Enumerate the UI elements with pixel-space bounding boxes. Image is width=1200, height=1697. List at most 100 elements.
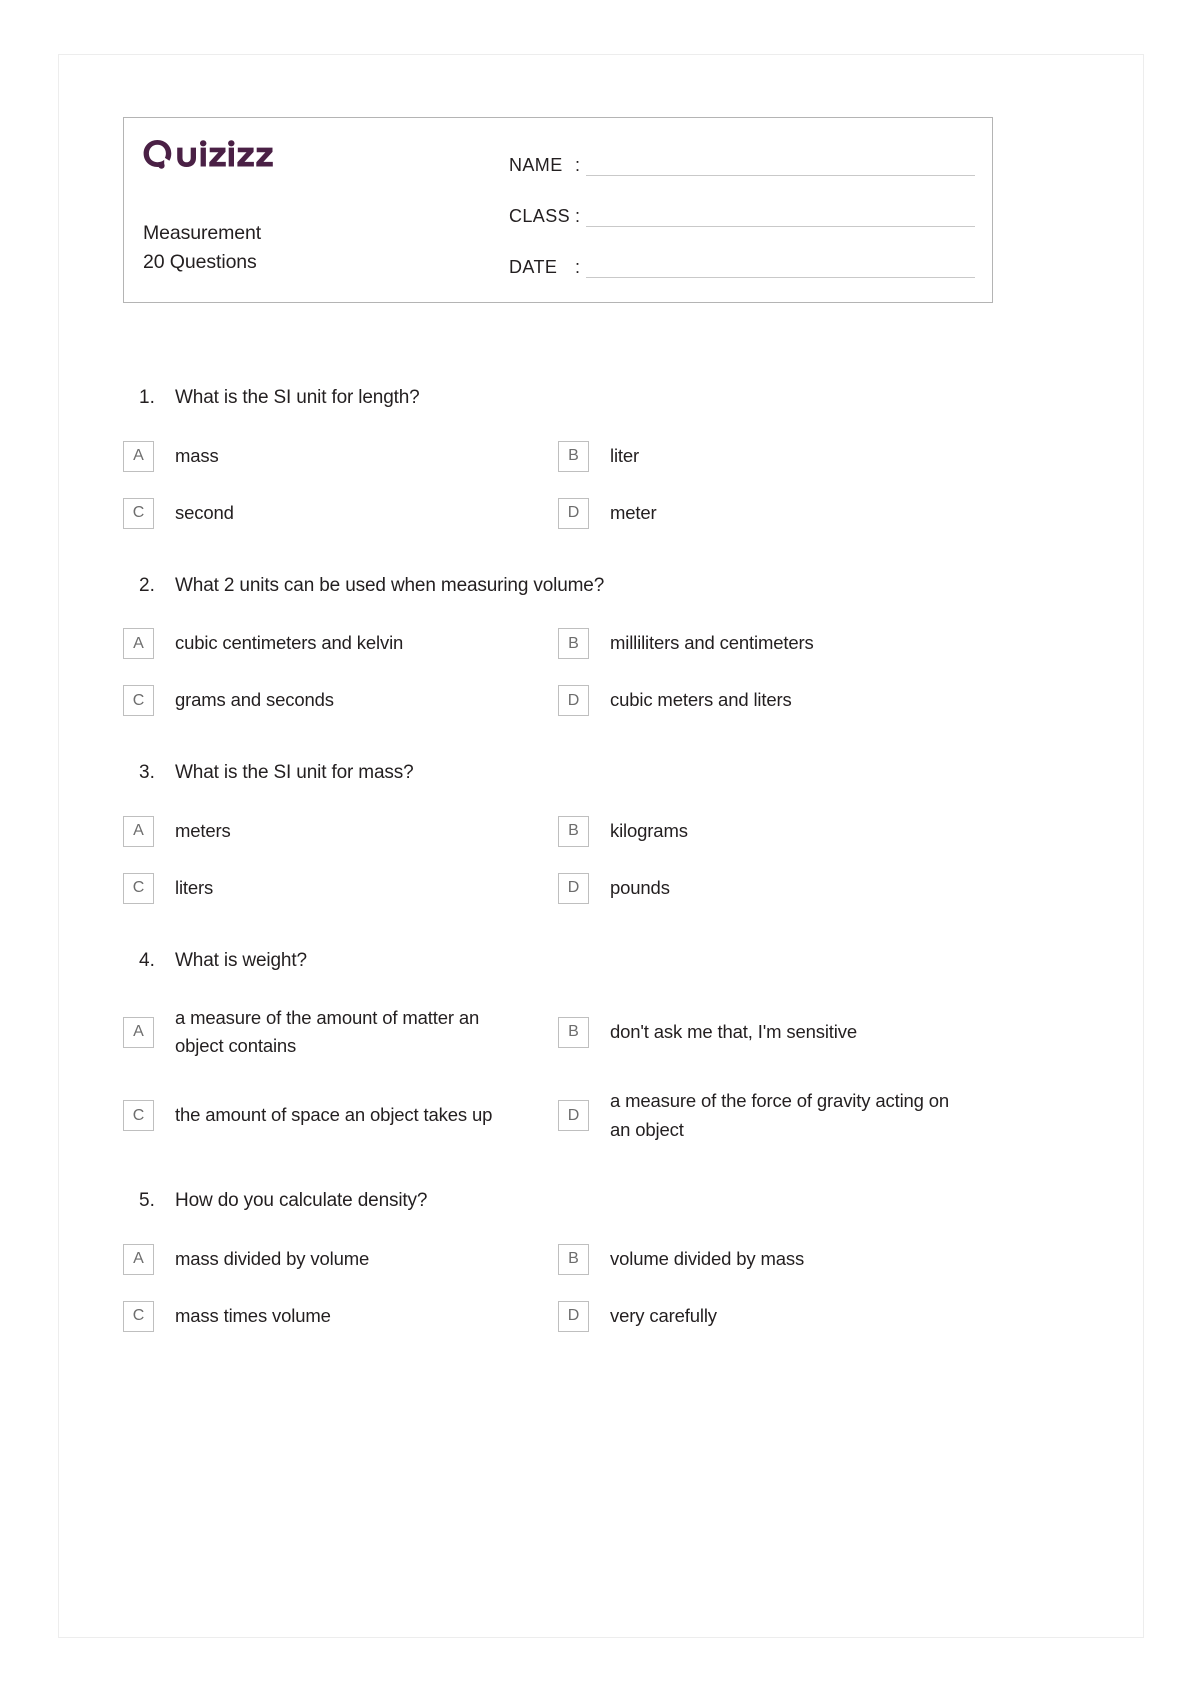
option-a[interactable]: A meters	[123, 815, 558, 847]
options-grid: A mass B liter C second D meter	[123, 440, 993, 529]
option-d[interactable]: D meter	[558, 497, 993, 529]
quiz-question-count: 20 Questions	[143, 250, 257, 273]
option-b[interactable]: B milliliters and centimeters	[558, 628, 993, 660]
option-letter-box: C	[123, 1100, 154, 1132]
worksheet-page: Measurement 20 Questions NAME : CLASS : …	[58, 54, 1144, 1638]
option-letter-box: C	[123, 1300, 154, 1332]
option-text: mass times volume	[175, 1305, 331, 1327]
options-grid: A meters B kilograms C liters D pounds	[123, 815, 993, 904]
name-field-colon: :	[575, 155, 581, 175]
option-c[interactable]: C mass times volume	[123, 1300, 558, 1332]
question-heading: 5. How do you calculate density?	[123, 1188, 993, 1214]
option-letter-box: B	[558, 1016, 589, 1048]
option-text: a measure of the force of gravity acting…	[610, 1089, 950, 1140]
option-letter-box: B	[558, 440, 589, 472]
date-field-row: DATE :	[509, 250, 975, 280]
options-grid: A cubic centimeters and kelvin B millili…	[123, 628, 993, 717]
option-text: volume divided by mass	[610, 1248, 805, 1270]
question-text: What 2 units can be used when measuring …	[175, 574, 605, 596]
question-text: How do you calculate density?	[175, 1190, 428, 1212]
name-field-input[interactable]	[586, 174, 975, 176]
option-d[interactable]: D cubic meters and liters	[558, 685, 993, 717]
question-block: 3. What is the SI unit for mass? A meter…	[123, 760, 993, 904]
date-field-input[interactable]	[586, 276, 975, 278]
worksheet-header: Measurement 20 Questions NAME : CLASS : …	[123, 117, 993, 303]
question-heading: 2. What 2 units can be used when measuri…	[123, 573, 993, 599]
date-field-label: DATE	[509, 257, 558, 277]
option-letter-box: A	[123, 628, 154, 660]
option-text: a measure of the amount of matter an obj…	[175, 1006, 480, 1057]
class-field-label: CLASS	[509, 206, 571, 226]
option-letter-box: C	[123, 497, 154, 529]
option-text: liters	[175, 877, 214, 899]
question-block: 5. How do you calculate density? A mass …	[123, 1188, 993, 1332]
class-field-row: CLASS :	[509, 199, 975, 229]
option-text: grams and seconds	[175, 689, 334, 711]
option-text: cubic meters and liters	[610, 689, 792, 711]
option-a[interactable]: A mass	[123, 440, 558, 472]
option-text: pounds	[610, 877, 670, 899]
option-text: second	[175, 501, 234, 523]
option-letter-box: A	[123, 1243, 154, 1275]
option-letter-box: D	[558, 872, 589, 904]
question-heading: 4. What is weight?	[123, 948, 993, 974]
option-b[interactable]: B liter	[558, 440, 993, 472]
name-field-row: NAME :	[509, 148, 975, 178]
class-field-colon: :	[575, 206, 581, 226]
question-number: 4.	[139, 949, 155, 971]
name-field-label: NAME	[509, 155, 563, 175]
option-text: kilograms	[610, 820, 688, 842]
quiz-meta: Measurement 20 Questions	[143, 219, 509, 302]
option-d[interactable]: D a measure of the force of gravity acti…	[558, 1087, 993, 1144]
date-field-colon: :	[575, 257, 581, 277]
class-field-input[interactable]	[586, 225, 975, 227]
option-a[interactable]: A mass divided by volume	[123, 1243, 558, 1275]
header-fields: NAME : CLASS : DATE :	[509, 118, 992, 302]
option-b[interactable]: B kilograms	[558, 815, 993, 847]
quiz-title: Measurement	[143, 222, 262, 245]
option-b[interactable]: B volume divided by mass	[558, 1243, 993, 1275]
option-text: don't ask me that, I'm sensitive	[610, 1020, 857, 1042]
question-text: What is the SI unit for length?	[175, 387, 420, 408]
option-letter-box: D	[558, 1300, 589, 1332]
options-grid: A a measure of the amount of matter an o…	[123, 1004, 993, 1145]
option-c[interactable]: C liters	[123, 872, 558, 904]
question-block: 4. What is weight? A a measure of the am…	[123, 948, 993, 1144]
option-c[interactable]: C the amount of space an object takes up	[123, 1087, 558, 1144]
question-heading: 3. What is the SI unit for mass?	[123, 760, 993, 786]
option-letter-box: C	[123, 685, 154, 717]
question-text: What is weight?	[175, 949, 307, 971]
option-text: meters	[175, 820, 231, 842]
option-d[interactable]: D pounds	[558, 872, 993, 904]
option-c[interactable]: C second	[123, 497, 558, 529]
option-letter-box: B	[558, 1243, 589, 1275]
question-number: 2.	[139, 574, 155, 596]
option-c[interactable]: C grams and seconds	[123, 685, 558, 717]
option-letter-box: A	[123, 440, 154, 472]
question-block: 1. What is the SI unit for length? A mas…	[123, 385, 993, 529]
question-number: 1.	[139, 387, 155, 408]
question-number: 3.	[139, 762, 155, 784]
option-letter-box: B	[558, 628, 589, 660]
option-d[interactable]: D very carefully	[558, 1300, 993, 1332]
option-letter-box: A	[123, 815, 154, 847]
quizizz-logo	[143, 140, 509, 170]
option-text: milliliters and centimeters	[610, 632, 814, 654]
option-text: mass divided by volume	[175, 1248, 370, 1270]
option-letter-box: C	[123, 872, 154, 904]
option-text: cubic centimeters and kelvin	[175, 632, 404, 654]
options-grid: A mass divided by volume B volume divide…	[123, 1243, 993, 1332]
option-letter-box: D	[558, 685, 589, 717]
questions-list: 1. What is the SI unit for length? A mas…	[123, 385, 993, 1332]
question-number: 5.	[139, 1190, 155, 1212]
option-letter-box: A	[123, 1016, 154, 1048]
option-a[interactable]: A a measure of the amount of matter an o…	[123, 1004, 558, 1061]
option-letter-box: D	[558, 497, 589, 529]
question-heading: 1. What is the SI unit for length?	[123, 385, 993, 411]
option-b[interactable]: B don't ask me that, I'm sensitive	[558, 1004, 993, 1061]
question-text: What is the SI unit for mass?	[175, 762, 414, 784]
option-a[interactable]: A cubic centimeters and kelvin	[123, 628, 558, 660]
option-text: very carefully	[610, 1305, 717, 1327]
option-text: the amount of space an object takes up	[175, 1104, 493, 1126]
option-letter-box: B	[558, 815, 589, 847]
